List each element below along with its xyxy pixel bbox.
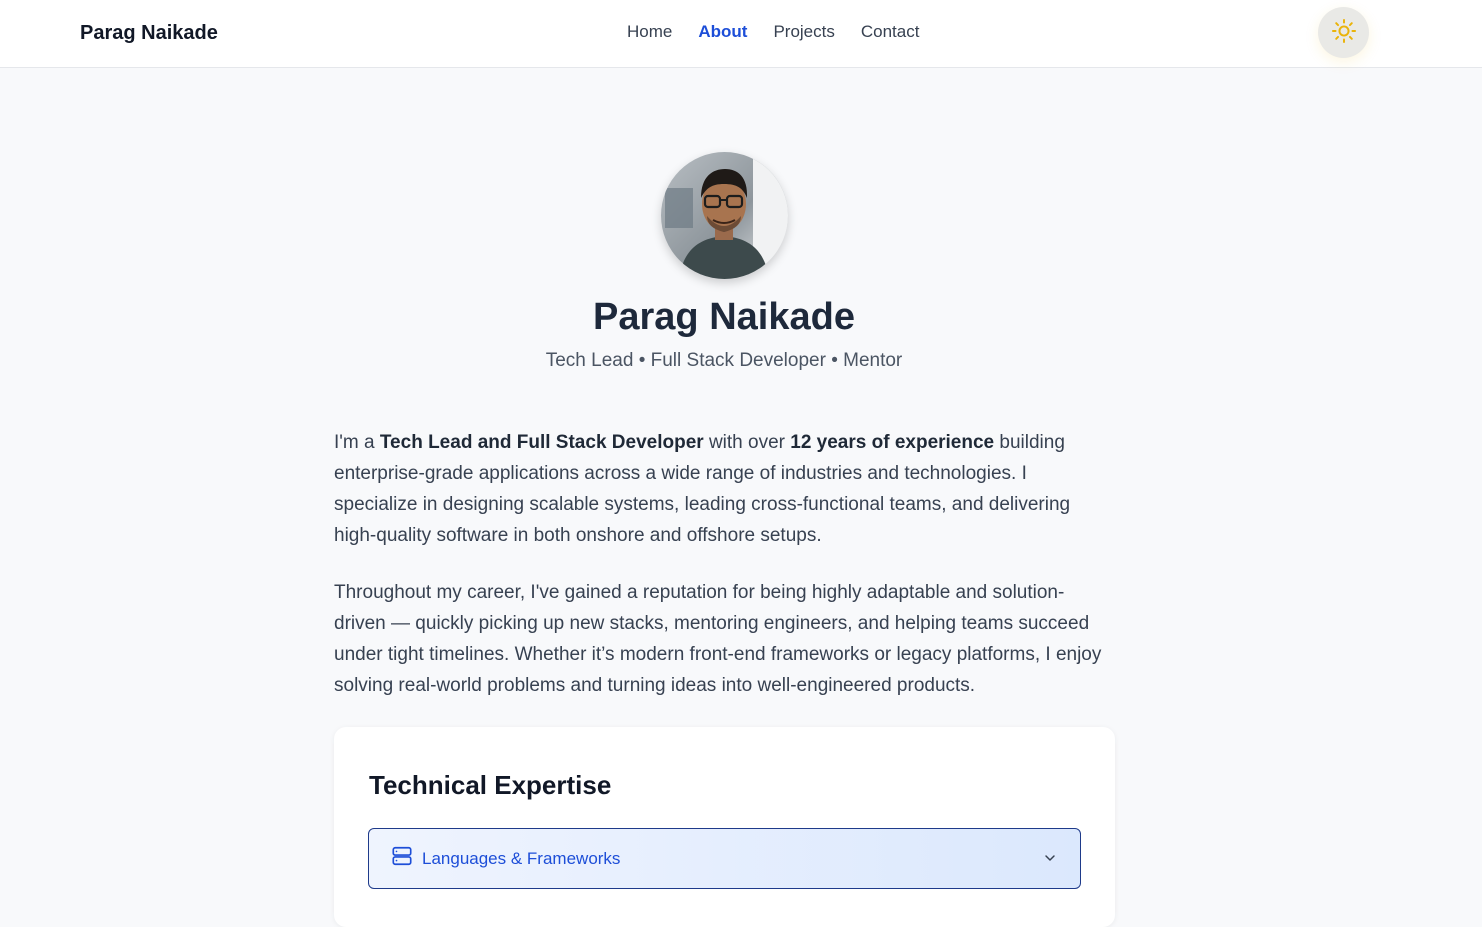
accordion-label: Languages & Frameworks [422, 848, 621, 868]
bio-paragraph-1: I'm a Tech Lead and Full Stack Developer… [334, 427, 1114, 551]
accordion-languages-frameworks[interactable]: Languages & Frameworks [368, 828, 1081, 889]
chevron-down-icon [1042, 850, 1058, 871]
nav-link-about[interactable]: About [698, 21, 747, 43]
profile-name: Parag Naikade [593, 296, 855, 338]
bio-text: I'm a [334, 432, 380, 453]
nav-link-projects[interactable]: Projects [773, 21, 834, 43]
sun-icon [1331, 18, 1357, 47]
bio-role-highlight: Tech Lead and Full Stack Developer [379, 432, 704, 453]
profile-tagline: Tech Lead • Full Stack Developer • Mento… [545, 350, 903, 371]
nav-link-contact[interactable]: Contact [861, 21, 920, 43]
theme-toggle-button[interactable] [1318, 7, 1369, 58]
navbar: Parag Naikade Home About Projects Contac… [0, 0, 1482, 68]
bio-paragraph-2: Throughout my career, I've gained a repu… [334, 582, 1102, 696]
brand-logo-link[interactable]: Parag Naikade [80, 20, 218, 46]
nav-links: Home About Projects Contact [627, 21, 919, 43]
avatar [661, 152, 788, 279]
bio-text: with over [703, 432, 791, 453]
server-icon [391, 845, 413, 872]
bio-years-highlight: 12 years of experience [790, 432, 995, 453]
nav-link-home[interactable]: Home [627, 21, 672, 43]
technical-expertise-card: Technical Expertise Languages & Framewor… [334, 727, 1115, 927]
technical-expertise-title: Technical Expertise [369, 770, 612, 800]
